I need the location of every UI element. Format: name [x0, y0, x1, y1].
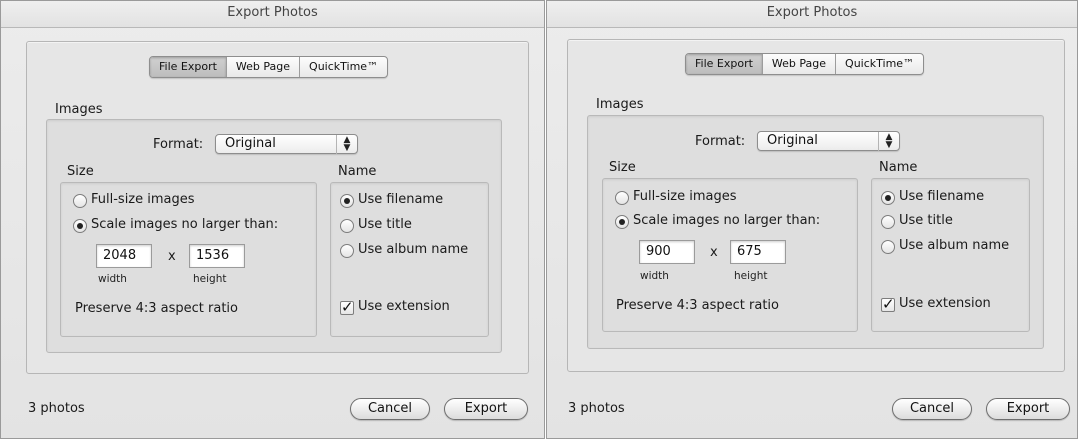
- use-title-label: Use title: [899, 213, 953, 228]
- use-filename-radio[interactable]: [340, 194, 354, 208]
- tab-file-export[interactable]: File Export: [686, 54, 763, 74]
- cancel-button[interactable]: Cancel: [350, 398, 430, 420]
- use-filename-label: Use filename: [899, 189, 985, 204]
- tab-file-export[interactable]: File Export: [150, 57, 227, 77]
- tab-quicktime[interactable]: QuickTime™: [836, 54, 923, 74]
- aspect-ratio-label: Preserve 4:3 aspect ratio: [616, 298, 780, 313]
- checkmark-icon: ✓: [341, 298, 354, 316]
- tab-web-page[interactable]: Web Page: [763, 54, 837, 74]
- scale-radio[interactable]: [615, 215, 629, 229]
- photo-count: 3 photos: [28, 401, 85, 416]
- tab-quicktime[interactable]: QuickTime™: [300, 57, 387, 77]
- checkmark-icon: ✓: [882, 295, 895, 313]
- use-album-name-radio[interactable]: [881, 240, 895, 254]
- use-filename-label: Use filename: [358, 192, 444, 207]
- cancel-button[interactable]: Cancel: [892, 398, 972, 420]
- use-extension-label: Use extension: [899, 296, 991, 311]
- times-label: x: [710, 245, 718, 260]
- width-caption: width: [640, 270, 669, 282]
- times-label: x: [168, 249, 176, 264]
- use-album-name-label: Use album name: [899, 238, 1010, 253]
- format-label: Format:: [695, 134, 746, 149]
- size-section-label: Size: [67, 164, 94, 179]
- width-input[interactable]: 2048: [96, 244, 152, 268]
- images-section-label: Images: [596, 97, 644, 112]
- photo-count: 3 photos: [568, 401, 625, 416]
- full-size-radio[interactable]: [615, 191, 629, 205]
- use-extension-checkbox[interactable]: ✓: [881, 295, 895, 313]
- aspect-ratio-label: Preserve 4:3 aspect ratio: [75, 301, 239, 316]
- export-tabs: File Export Web Page QuickTime™: [149, 56, 389, 78]
- export-button[interactable]: Export: [444, 398, 528, 420]
- name-section-label: Name: [879, 160, 918, 175]
- scale-radio[interactable]: [73, 219, 87, 233]
- use-album-name-radio[interactable]: [340, 244, 354, 258]
- tab-web-page[interactable]: Web Page: [227, 57, 301, 77]
- window-title: Export Photos: [1, 1, 544, 28]
- full-size-label: Full-size images: [91, 192, 195, 207]
- use-title-radio[interactable]: [881, 215, 895, 229]
- export-button[interactable]: Export: [986, 398, 1070, 420]
- width-caption: width: [98, 273, 127, 285]
- size-section-label: Size: [609, 160, 636, 175]
- use-extension-label: Use extension: [358, 299, 450, 314]
- scale-label: Scale images no larger than:: [633, 213, 821, 228]
- width-input[interactable]: 900: [639, 240, 695, 264]
- format-label: Format:: [153, 137, 204, 152]
- full-size-label: Full-size images: [633, 189, 737, 204]
- use-title-radio[interactable]: [340, 219, 354, 233]
- export-tabs: File Export Web Page QuickTime™: [685, 53, 925, 75]
- name-section-label: Name: [338, 164, 377, 179]
- scale-label: Scale images no larger than:: [91, 217, 279, 232]
- export-dialog-left: Export Photos File Export Web Page Quick…: [0, 0, 545, 439]
- full-size-radio[interactable]: [73, 194, 87, 208]
- export-dialog-right: Export Photos File Export Web Page Quick…: [546, 0, 1078, 439]
- window-title: Export Photos: [547, 1, 1077, 28]
- use-title-label: Use title: [358, 217, 412, 232]
- images-section-label: Images: [55, 102, 103, 117]
- use-album-name-label: Use album name: [358, 242, 469, 257]
- height-caption: height: [734, 270, 768, 282]
- format-value: Original: [225, 136, 276, 151]
- height-input[interactable]: 675: [730, 240, 786, 264]
- format-popup[interactable]: Original ▲ ▼: [757, 131, 900, 151]
- use-extension-checkbox[interactable]: ✓: [340, 298, 354, 316]
- use-filename-radio[interactable]: [881, 191, 895, 205]
- height-input[interactable]: 1536: [189, 244, 245, 268]
- updown-arrows-icon: ▲ ▼: [336, 135, 357, 154]
- format-value: Original: [767, 133, 818, 148]
- height-caption: height: [193, 273, 227, 285]
- updown-arrows-icon: ▲ ▼: [878, 132, 899, 151]
- format-popup[interactable]: Original ▲ ▼: [215, 134, 358, 154]
